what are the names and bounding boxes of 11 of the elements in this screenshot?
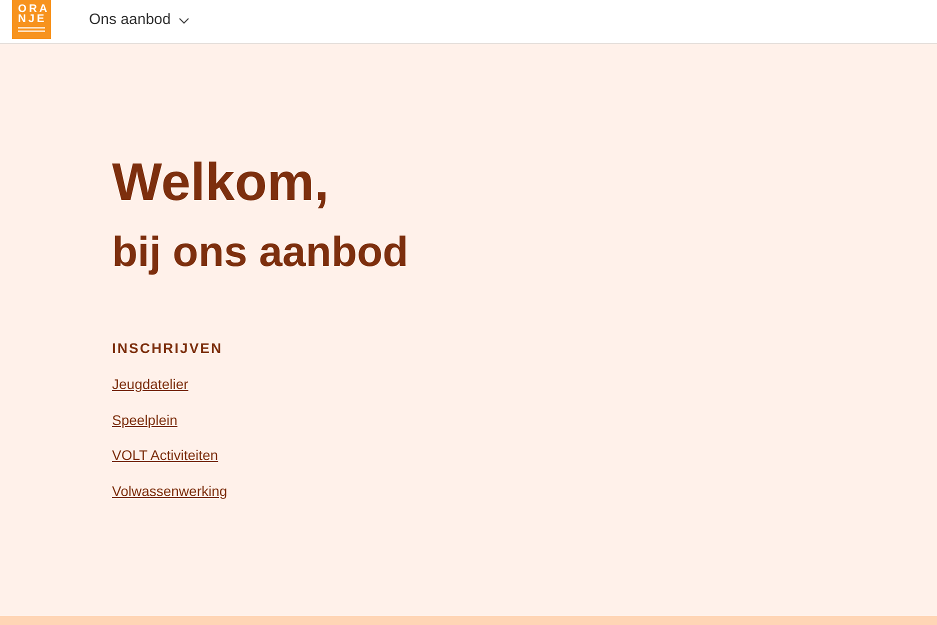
section-heading: INSCHRIJVEN — [112, 340, 223, 357]
welcome-title: Welkom, — [112, 152, 329, 214]
logo-text: NJE — [18, 14, 47, 24]
signup-link[interactable]: Speelplein — [112, 412, 178, 428]
signup-link[interactable]: VOLT Activiteiten — [112, 447, 218, 464]
signup-link[interactable]: Jeugdatelier — [112, 376, 188, 392]
logo-text: ORA — [18, 4, 50, 14]
welcome-subtitle: bij ons aanbod — [112, 227, 408, 277]
nav-menu-button[interactable]: Ons aanbod — [89, 11, 189, 28]
signup-link[interactable]: Volwassenwerking — [112, 483, 228, 500]
logo-tagline-drawing — [18, 27, 45, 33]
